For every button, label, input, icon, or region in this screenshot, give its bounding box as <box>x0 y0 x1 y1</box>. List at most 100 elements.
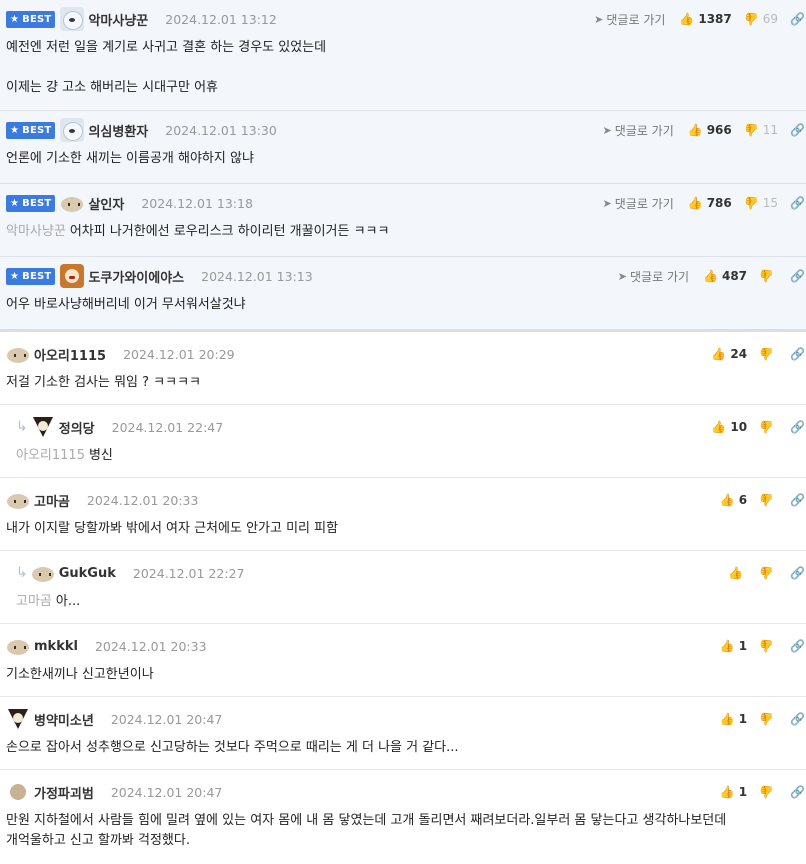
go-to-reply-button[interactable]: ➤ 댓글로 가기 <box>603 195 674 212</box>
comment-nick[interactable]: mkkkl <box>34 639 78 654</box>
comment-list: ★ BEST 악마사냥꾼 2024.12.01 13:12 ➤ 댓글로 가기 👍 13… <box>0 0 806 864</box>
link-icon[interactable]: 🔗 <box>790 639 805 653</box>
upvote-button[interactable]: 👍 1387 <box>679 12 731 26</box>
fox-icon <box>6 707 30 731</box>
star-icon: ★ <box>10 270 20 282</box>
best-comment: ★ BEST 도쿠가와이에야스 2024.12.01 13:13 ➤ 댓글로 가기 … <box>0 257 806 332</box>
reply-arrow-icon: ↳ <box>16 565 28 581</box>
link-icon[interactable]: 🔗 <box>790 269 805 283</box>
link-icon[interactable]: 🔗 <box>790 712 805 726</box>
thumbs-down-icon: 👍 <box>759 269 774 283</box>
ball-icon <box>10 784 26 800</box>
mention-tag[interactable]: 고마곰 <box>16 594 52 609</box>
reply-comment: ↳ 정의당 2024.12.01 22:47 👍 10 👍 🔗 아오리1115 병신 <box>0 405 806 478</box>
downvote-button[interactable]: 👍 <box>759 493 778 507</box>
downvote-button[interactable]: 👍 <box>759 566 778 580</box>
comment-text: 손으로 잡아서 성추행으로 신고당하는 것보다 주먹으로 때리는 게 더 나을 … <box>6 740 459 755</box>
link-icon[interactable]: 🔗 <box>790 493 805 507</box>
comment-nick[interactable]: 가정파괴범 <box>34 783 94 802</box>
comment-text: 어우 바로사냥해버리네 이거 무서워서살것냐 <box>6 297 246 312</box>
comment-nick[interactable]: 도쿠가와이에야스 <box>88 267 184 286</box>
link-icon[interactable]: 🔗 <box>790 123 805 137</box>
upvote-button[interactable]: 👍 487 <box>703 269 747 283</box>
thumbs-up-icon: 👍 <box>719 785 735 799</box>
bear-icon <box>60 7 85 31</box>
dog-icon <box>6 488 30 512</box>
downvote-button[interactable]: 👍 <box>759 785 778 799</box>
mention-tag[interactable]: 아오리1115 <box>16 448 85 463</box>
best-badge: ★ BEST <box>6 10 56 28</box>
comment-nick[interactable]: 아오리1115 <box>34 345 106 364</box>
link-icon[interactable]: 🔗 <box>790 785 805 799</box>
thumbs-up-icon: 👍 <box>728 566 744 580</box>
best-comment: ★ BEST 의심병환자 2024.12.01 13:30 ➤ 댓글로 가기 👍 96… <box>0 111 806 184</box>
upvote-button[interactable]: 👍 10 <box>711 420 747 434</box>
link-icon[interactable]: 🔗 <box>790 12 805 26</box>
thumbs-up-icon: 👍 <box>719 712 735 726</box>
downvote-button[interactable]: 👍 <box>759 712 778 726</box>
mention-tag[interactable]: 악마사냥꾼 <box>6 224 66 239</box>
go-to-reply-button[interactable]: ➤ 댓글로 가기 <box>618 268 689 285</box>
comment-nick[interactable]: GukGuk <box>59 566 116 581</box>
link-icon[interactable]: 🔗 <box>790 420 805 434</box>
upvote-button[interactable]: 👍 1 <box>720 712 747 726</box>
thumbs-up-icon: 👍 <box>679 12 695 26</box>
downvote-button[interactable]: 👍 69 <box>744 12 778 26</box>
comment-date: 2024.12.01 20:47 <box>110 784 223 800</box>
comment-text: 예전엔 저런 일을 계기로 사귀고 결혼 하는 경우도 있었는데 이제는 걍 고… <box>6 40 327 95</box>
downvote-button[interactable]: 👍 11 <box>744 123 778 137</box>
link-icon[interactable]: 🔗 <box>790 196 805 210</box>
comment: 가정파괴범 2024.12.01 20:47 👍 1 👍 🔗 만원 지하철에서 사… <box>0 770 806 864</box>
upvote-button[interactable]: 👍 1 <box>720 639 747 653</box>
thumbs-up-icon: 👍 <box>711 420 727 434</box>
link-icon[interactable]: 🔗 <box>790 347 805 361</box>
upvote-button[interactable]: 👍 786 <box>688 196 732 210</box>
upvote-button[interactable]: 👍 6 <box>720 493 747 507</box>
comment-nick[interactable]: 악마사냥꾼 <box>88 10 148 29</box>
comment-text: 어차피 나거한에선 로우리스크 하이리턴 개꿀이거든 ㅋㅋㅋ <box>69 224 390 239</box>
thumbs-down-icon: 👍 <box>759 712 774 726</box>
comment-nick[interactable]: 의심병환자 <box>88 121 148 140</box>
send-arrow-icon: ➤ <box>602 196 612 210</box>
upvote-button[interactable]: 👍 1 <box>720 785 747 799</box>
comment-nick[interactable]: 고마곰 <box>34 491 70 510</box>
downvote-button[interactable]: 👍 <box>759 269 778 283</box>
downvote-button[interactable]: 👍 15 <box>744 196 778 210</box>
thumbs-down-icon: 👍 <box>743 12 759 26</box>
dog-icon <box>60 191 84 215</box>
go-to-reply-button[interactable]: ➤ 댓글로 가기 <box>603 122 674 139</box>
go-to-reply-button[interactable]: ➤ 댓글로 가기 <box>594 11 665 28</box>
comment-date: 2024.12.01 13:12 <box>165 11 277 27</box>
comment-body: 고마곰 아... <box>16 583 800 624</box>
comment-nick[interactable]: 살인자 <box>88 194 124 213</box>
downvote-button[interactable]: 👍 <box>759 420 778 434</box>
reply-arrow-icon: ↳ <box>16 419 28 435</box>
thumbs-up-icon: 👍 <box>719 493 735 507</box>
thumbs-down-icon: 👍 <box>759 639 774 653</box>
comment: 고마곰 2024.12.01 20:33 👍 6 👍 🔗 내가 이지랄 당할까봐 … <box>0 478 806 551</box>
upvote-button[interactable]: 👍 <box>728 566 747 580</box>
downvote-button[interactable]: 👍 <box>759 347 778 361</box>
thumbs-down-icon: 👍 <box>759 420 774 434</box>
thumbs-up-icon: 👍 <box>711 347 727 361</box>
upvote-button[interactable]: 👍 966 <box>688 123 732 137</box>
best-comment: ★ BEST 살인자 2024.12.01 13:18 ➤ 댓글로 가기 👍 786 … <box>0 184 806 257</box>
link-icon[interactable]: 🔗 <box>790 566 805 580</box>
dog-icon <box>6 634 30 658</box>
comment-date: 2024.12.01 20:33 <box>94 638 207 654</box>
comment-body: 아오리1115 병신 <box>16 437 800 478</box>
comment-text: 언론에 기소한 새끼는 이름공개 해야하지 않냐 <box>6 151 254 166</box>
comment-nick[interactable]: 병약미소년 <box>34 710 94 729</box>
comment-date: 2024.12.01 20:47 <box>110 711 223 727</box>
comment-nick[interactable]: 정의당 <box>59 418 95 437</box>
upvote-button[interactable]: 👍 24 <box>711 347 747 361</box>
thumbs-up-icon: 👍 <box>687 196 703 210</box>
comment: mkkkl 2024.12.01 20:33 👍 1 👍 🔗 기소한새끼나 신고한… <box>0 624 806 697</box>
star-icon: ★ <box>10 197 20 209</box>
comment-date: 2024.12.01 22:47 <box>111 419 224 435</box>
fox-icon <box>31 415 55 439</box>
comment-text: 내가 이지랄 당할까봐 밖에서 여자 근처에도 안가고 미리 피함 <box>6 521 339 536</box>
lion-icon <box>60 264 85 288</box>
reply-comment: ↳ GukGuk 2024.12.01 22:27 👍 👍 🔗 고마곰 아... <box>0 551 806 624</box>
downvote-button[interactable]: 👍 <box>759 639 778 653</box>
